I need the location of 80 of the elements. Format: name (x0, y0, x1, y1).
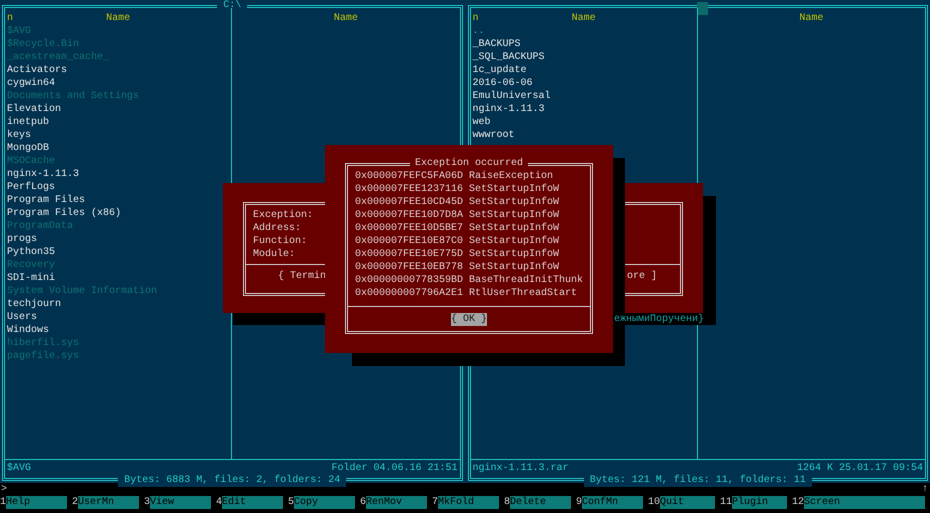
file-item[interactable]: techjourn (5, 298, 62, 311)
frame-address: 0x000000007796A2E1 (355, 287, 464, 300)
file-item[interactable]: nginx-1.11.3 (470, 103, 545, 116)
function-key[interactable]: Plugin (732, 496, 787, 509)
frame-function: SetStartupInfoW (469, 261, 560, 274)
file-item[interactable]: Program Files (5, 194, 86, 207)
function-key[interactable]: Delete (510, 496, 571, 509)
dialog-button[interactable]: { Termin (278, 270, 326, 283)
file-item[interactable]: .. (470, 25, 485, 38)
column-heading[interactable]: Name (334, 12, 358, 25)
function-key[interactable]: Quit (660, 496, 715, 509)
dialog-title: Exception occurred (410, 157, 528, 170)
ok-button[interactable]: { OK } (450, 312, 487, 326)
file-item[interactable]: inetpub (5, 116, 50, 129)
file-item[interactable]: Activators (5, 64, 68, 77)
frame-address: 0x000007FEE10E87C0 (355, 235, 464, 248)
field-label: Function: (253, 235, 308, 248)
column-heading[interactable]: Name (106, 12, 130, 25)
frame-address: 0x000007FEE10EB778 (355, 261, 464, 274)
frame-function: SetStartupInfoW (469, 209, 560, 222)
frame-address: 0x00000000778359BD (355, 274, 464, 287)
panel-text: ежнымиПоручени} (614, 313, 704, 326)
file-item[interactable]: Elevation (5, 103, 62, 116)
sort-mark: n (472, 12, 479, 25)
status-filename: nginx-1.11.3.rar (472, 462, 569, 476)
file-item[interactable]: PerfLogs (5, 181, 56, 194)
frame-address: 0x000007FEFC5FA06D (355, 170, 464, 183)
panel-totals: Bytes: 121 M, files: 11, folders: 11 (584, 474, 812, 487)
file-item[interactable]: EmulUniversal (470, 90, 551, 103)
frame-function: SetStartupInfoW (469, 183, 560, 196)
function-key[interactable]: UserMn (78, 496, 139, 509)
function-key[interactable]: Help (6, 496, 67, 509)
file-item[interactable]: keys (5, 129, 32, 142)
file-item[interactable]: Windows (5, 324, 50, 337)
frame-function: SetStartupInfoW (469, 248, 560, 261)
frame-address: 0x000007FEE10D5BE7 (355, 222, 464, 235)
frame-address: 0x000007FEE10CD45D (355, 196, 464, 209)
status-filename: $AVG (7, 462, 32, 476)
frame-function: SetStartupInfoW (469, 196, 560, 209)
function-key[interactable]: RenMov (366, 496, 427, 509)
file-item[interactable]: progs (5, 233, 38, 246)
file-item[interactable]: nginx-1.11.3 (5, 168, 80, 181)
scroll-indicator: ↑ (922, 483, 929, 496)
column-heading[interactable]: Name (799, 12, 824, 25)
file-item[interactable]: Program Files (x86) (5, 207, 122, 220)
column-heading[interactable]: Name (572, 12, 596, 25)
frame-address: 0x000007FEE1237116 (355, 183, 464, 196)
frame-function: SetStartupInfoW (469, 235, 560, 248)
frame-function: RtlUserThreadStart (469, 287, 578, 300)
dialog-button[interactable]: ore ] (627, 270, 658, 283)
frame-function: BaseThreadInitThunk (469, 274, 584, 287)
function-key[interactable]: ConfMn (582, 496, 643, 509)
function-key[interactable]: View (150, 496, 211, 509)
function-key[interactable]: Screen (804, 496, 925, 509)
panel-totals: Bytes: 6883 M, files: 2, folders: 24 (118, 474, 346, 487)
frame-function: SetStartupInfoW (469, 222, 560, 235)
status-info: 1264 K 25.01.17 09:54 (796, 462, 923, 475)
file-item[interactable]: web (470, 116, 491, 129)
frame-address: 0x000007FEE10E775D (355, 248, 464, 261)
file-item[interactable]: SDI-mini (5, 272, 56, 285)
file-item[interactable]: Python35 (5, 246, 56, 259)
field-label: Module: (253, 248, 296, 261)
field-label: Address: (253, 222, 302, 235)
file-item[interactable]: MongoDB (5, 142, 50, 155)
frame-address: 0x000007FEE10D7D8A (355, 209, 464, 222)
file-item[interactable]: _BACKUPS (470, 38, 521, 51)
file-item[interactable]: _SQL_BACKUPS (470, 51, 545, 64)
file-item[interactable]: wwwroot (470, 129, 515, 142)
function-key[interactable]: Edit (222, 496, 283, 509)
function-key[interactable]: MkFold (438, 496, 499, 509)
command-prompt[interactable]: > (0, 483, 8, 496)
file-item[interactable]: Users (5, 311, 38, 324)
file-item[interactable]: cygwin64 (5, 77, 56, 90)
field-label: Exception: (253, 209, 314, 222)
file-item[interactable]: 2016-06-06 (470, 77, 533, 90)
sort-mark: n (7, 12, 14, 25)
file-item[interactable]: 1c_update (470, 64, 527, 77)
frame-function: RaiseException (469, 170, 554, 183)
function-key[interactable]: Copy (294, 496, 355, 509)
status-info: Folder 04.06.16 21:51 (331, 462, 458, 475)
